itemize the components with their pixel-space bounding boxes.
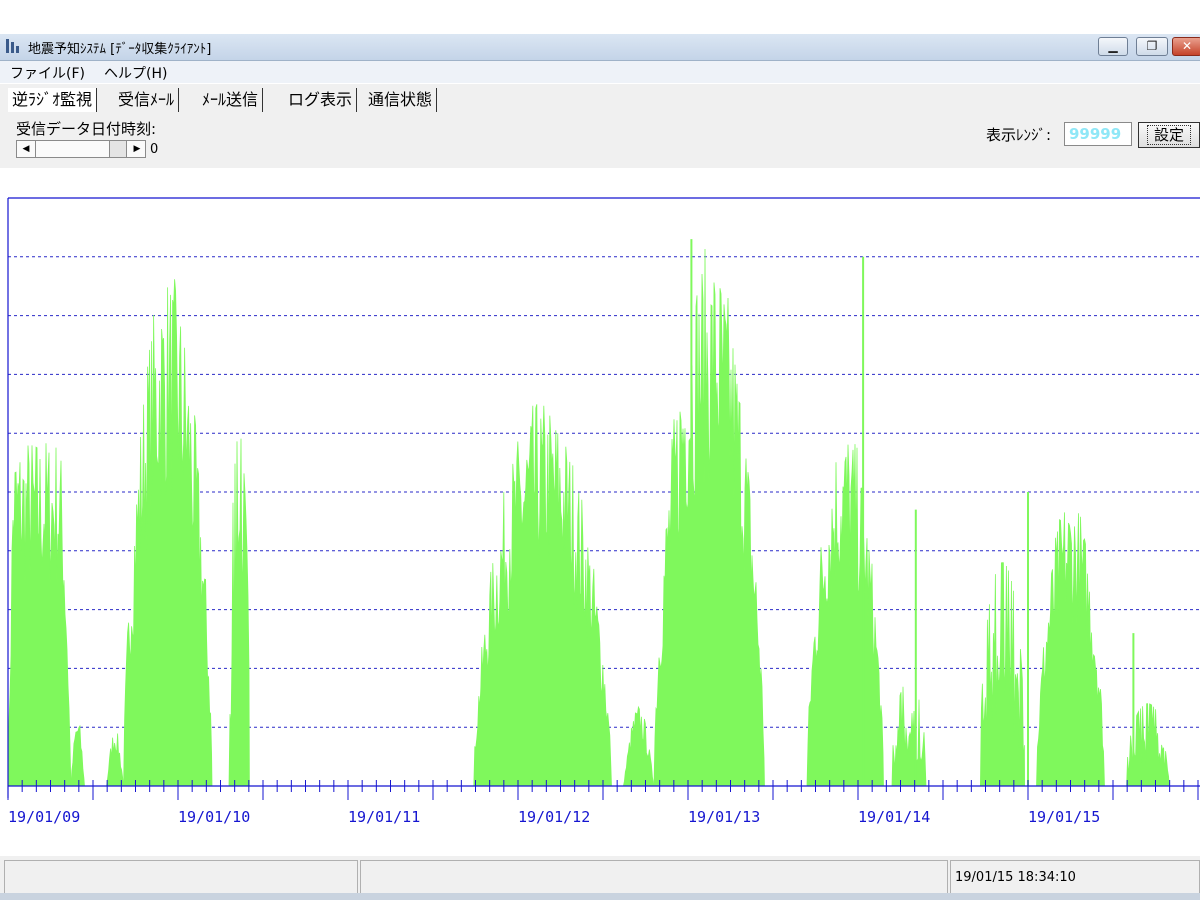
- arrow-right-icon: ▶: [133, 144, 141, 154]
- os-taskbar: [0, 893, 1200, 900]
- x-tick-label: 19/01/14: [858, 808, 930, 826]
- tab-reverse-radio-monitor[interactable]: 逆ﾗｼﾞｵ監視: [8, 88, 98, 112]
- display-range-label: 表示ﾚﾝｼﾞ:: [986, 126, 1052, 144]
- x-tick-label: 19/01/13: [688, 808, 760, 826]
- received-datetime-label: 受信データ日付時刻:: [16, 120, 157, 138]
- app-seismograph-icon: [6, 39, 19, 53]
- title-bar[interactable]: 地震予知ｼｽﾃﾑ [ﾃﾞｰﾀ収集ｸﾗｲｱﾝﾄ] ▁ ❐ ✕: [0, 34, 1200, 61]
- x-tick-label: 19/01/11: [348, 808, 420, 826]
- status-pane-left: [4, 860, 358, 894]
- tab-send-mail[interactable]: ﾒｰﾙ送信: [198, 88, 264, 112]
- arrow-left-icon: ◀: [22, 144, 30, 154]
- status-pane-middle: [360, 860, 948, 894]
- x-tick-label: 19/01/15: [1028, 808, 1100, 826]
- window-title: 地震予知ｼｽﾃﾑ [ﾃﾞｰﾀ収集ｸﾗｲｱﾝﾄ]: [28, 42, 212, 57]
- x-tick-label: 19/01/09: [8, 808, 80, 826]
- set-button-label: 設定: [1146, 125, 1191, 145]
- minimize-button[interactable]: ▁: [1098, 37, 1128, 56]
- signal-segment: [7, 443, 72, 787]
- close-icon: ✕: [1181, 39, 1193, 53]
- scroll-right-button[interactable]: ▶: [129, 141, 145, 157]
- scroll-value: 0: [150, 142, 159, 157]
- menu-bar: ファイル(F) ヘルプ(H): [0, 61, 1200, 83]
- x-tick-label: 19/01/12: [518, 808, 590, 826]
- set-button[interactable]: 設定: [1138, 122, 1200, 148]
- display-range-input[interactable]: [1064, 122, 1132, 146]
- status-datetime: 19/01/15 18:34:10: [950, 860, 1200, 894]
- menu-file[interactable]: ファイル(F): [10, 63, 85, 83]
- restore-icon: ❐: [1146, 39, 1158, 53]
- scroll-thumb[interactable]: [109, 141, 127, 157]
- tab-received-mail[interactable]: 受信ﾒｰﾙ: [114, 88, 180, 112]
- datetime-scrollbar[interactable]: ◀ ▶: [16, 140, 146, 158]
- menu-help[interactable]: ヘルプ(H): [104, 63, 167, 83]
- tab-log-view[interactable]: ログ表示: [284, 88, 358, 112]
- minimize-icon: ▁: [1108, 39, 1118, 53]
- restore-button[interactable]: ❐: [1136, 37, 1168, 56]
- tab-connection-status[interactable]: 通信状態: [364, 88, 438, 112]
- x-tick-label: 19/01/10: [178, 808, 250, 826]
- close-button[interactable]: ✕: [1172, 37, 1200, 56]
- toolbar: 受信データ日付時刻: ◀ ▶ 0 表示ﾚﾝｼﾞ: 設定: [0, 114, 1200, 168]
- signal-chart: 19/01/09 19/01/10 19/01/11 19/01/12 19/01/13…: [0, 168, 1200, 856]
- scroll-left-button[interactable]: ◀: [17, 141, 36, 157]
- tab-bar: 逆ﾗｼﾞｵ監視 受信ﾒｰﾙ ﾒｰﾙ送信 ログ表示 通信状態: [0, 84, 1200, 114]
